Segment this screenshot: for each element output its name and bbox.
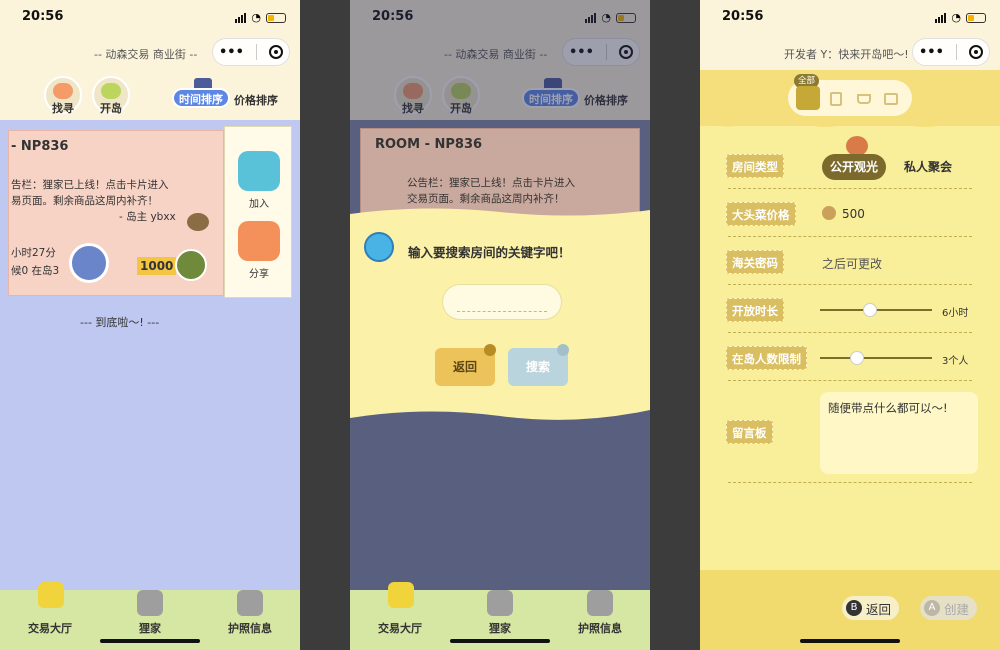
message-textarea[interactable]: 随便带点什么都可以～! bbox=[820, 392, 978, 474]
nook-shop-icon[interactable] bbox=[487, 590, 513, 616]
screen-create-room: 20:56 ◔ 开发者 Y：快来开岛吧～! ••• 全部 房间类型 公开观光 私… bbox=[700, 0, 1000, 650]
nav-nook-shop[interactable]: 狸家 bbox=[465, 620, 535, 636]
signal-icon bbox=[235, 12, 247, 23]
status-bar: 20:56 ◔ bbox=[700, 0, 1000, 34]
limit-slider-track[interactable] bbox=[820, 357, 932, 359]
category-furniture-icon[interactable] bbox=[830, 92, 842, 106]
signal-icon bbox=[935, 12, 947, 23]
host-avatar bbox=[69, 243, 109, 283]
nook-shop-icon[interactable] bbox=[137, 590, 163, 616]
create-button[interactable]: A 创建 bbox=[920, 596, 978, 620]
option-private-party[interactable]: 私人聚会 bbox=[904, 158, 952, 175]
status-time: 20:56 bbox=[722, 9, 764, 24]
status-bar: 20:56 ◔ bbox=[0, 0, 300, 34]
notice-line-2: 易页面。剩余商品这周内补齐！ bbox=[11, 195, 158, 207]
more-icon[interactable]: ••• bbox=[919, 45, 944, 60]
password-value[interactable]: 之后可更改 bbox=[822, 255, 882, 272]
room-card[interactable]: - NP836 告栏：狸家已上线！点击卡片进入 易页面。剩余商品这周内补齐！ -… bbox=[8, 130, 224, 296]
cart-icon[interactable] bbox=[38, 582, 64, 608]
close-circle-icon[interactable] bbox=[968, 45, 983, 59]
category-all-grid-icon[interactable] bbox=[796, 86, 820, 110]
nav-trade-hall[interactable]: 交易大厅 bbox=[365, 620, 435, 636]
passport-icon[interactable] bbox=[237, 590, 263, 616]
tab-sort-price[interactable]: 价格排序 bbox=[234, 92, 278, 108]
notice-signature: - 岛主 ybxx bbox=[119, 211, 176, 223]
turnip-price-value[interactable]: 500 bbox=[842, 207, 865, 221]
back-button[interactable]: B 返回 bbox=[842, 596, 900, 620]
miniprogram-capsule[interactable]: ••• bbox=[212, 38, 290, 66]
nav-trade-hall[interactable]: 交易大厅 bbox=[15, 620, 85, 636]
home-indicator bbox=[100, 639, 200, 643]
room-id: ROOM - NP836 bbox=[375, 137, 483, 152]
home-indicator bbox=[800, 639, 900, 643]
screen-trade-hall: 20:56 ◔ -- 动森交易 商业街 -- ••• 找寻 开岛 时间排序 价格… bbox=[0, 0, 300, 650]
nav-passport[interactable]: 护照信息 bbox=[215, 620, 285, 636]
share-button[interactable]: 分享 bbox=[249, 265, 269, 280]
label-island-limit: 在岛人数限制 bbox=[726, 346, 807, 370]
search-input[interactable] bbox=[442, 284, 562, 320]
time-left: 小时27分 bbox=[11, 247, 56, 259]
option-public-tour[interactable]: 公开观光 bbox=[822, 154, 887, 180]
wifi-icon: ◔ bbox=[251, 11, 261, 24]
room-id: - NP836 bbox=[11, 139, 69, 154]
share-people-icon[interactable] bbox=[238, 221, 280, 261]
passport-icon[interactable] bbox=[587, 590, 613, 616]
home-indicator bbox=[450, 639, 550, 643]
search-magnifier-icon bbox=[364, 232, 394, 262]
dialog-prompt: 输入要搜索房间的关键字吧！ bbox=[408, 245, 571, 260]
end-of-list: --- 到底啦～! --- bbox=[80, 316, 160, 329]
nav-title: 开发者 Y：快来开岛吧～! bbox=[784, 48, 909, 61]
status-time: 20:56 bbox=[22, 9, 64, 24]
notice-line-1: 公告栏：狸家已上线！点击卡片进入 bbox=[407, 177, 575, 189]
more-icon[interactable]: ••• bbox=[219, 45, 244, 60]
category-wave bbox=[700, 118, 1000, 127]
dodo-icon bbox=[846, 136, 868, 156]
flag-icon[interactable] bbox=[238, 151, 280, 191]
label-message-board: 留言板 bbox=[726, 420, 773, 444]
miniprogram-capsule[interactable]: ••• bbox=[912, 38, 990, 66]
bottom-nav: 交易大厅 狸家 护照信息 bbox=[0, 582, 300, 650]
label-turnip-price: 大头菜价格 bbox=[726, 202, 796, 226]
category-bag-icon[interactable] bbox=[884, 93, 898, 105]
category-cup-icon[interactable] bbox=[857, 94, 871, 104]
cart-icon[interactable] bbox=[388, 582, 414, 608]
duration-value: 6小时 bbox=[942, 308, 969, 319]
nav-passport[interactable]: 护照信息 bbox=[565, 620, 635, 636]
tab-sort-time[interactable]: 时间排序 bbox=[172, 88, 230, 108]
battery-icon bbox=[966, 12, 986, 23]
back-label: 返回 bbox=[866, 601, 892, 617]
nav-title: -- 动森交易 商业街 -- bbox=[94, 48, 198, 61]
turnip-price: 1000 bbox=[137, 257, 177, 275]
join-button[interactable]: 加入 bbox=[249, 195, 269, 210]
close-badge-icon bbox=[557, 344, 569, 356]
bottom-nav: 交易大厅 狸家 护照信息 bbox=[350, 582, 650, 650]
limit-value: 3个人 bbox=[942, 356, 969, 367]
bell-bag-icon bbox=[822, 206, 836, 220]
tab-find[interactable]: 找寻 bbox=[52, 100, 74, 116]
label-customs-password: 海关密码 bbox=[726, 250, 784, 274]
card-actions: 加入 分享 bbox=[224, 126, 292, 298]
wifi-icon: ◔ bbox=[951, 11, 961, 24]
tanuki-icon bbox=[187, 213, 209, 231]
tab-open-island[interactable]: 开岛 bbox=[100, 100, 122, 116]
label-room-type: 房间类型 bbox=[726, 154, 784, 178]
nook-stamp-icon bbox=[175, 249, 207, 281]
duration-slider-knob[interactable] bbox=[863, 303, 878, 317]
notice-line-1: 告栏：狸家已上线！点击卡片进入 bbox=[11, 179, 169, 191]
b-key-icon: B bbox=[846, 600, 862, 616]
close-circle-icon[interactable] bbox=[268, 45, 283, 59]
minus-badge-icon bbox=[484, 344, 496, 356]
a-key-icon: A bbox=[924, 600, 940, 616]
nav-nook-shop[interactable]: 狸家 bbox=[115, 620, 185, 636]
battery-icon bbox=[266, 12, 286, 23]
message-text: 随便带点什么都可以～! bbox=[828, 401, 948, 415]
screen-search-dialog: 20:56 ◔ -- 动森交易 商业街 -- ••• 找寻 开岛 时间排序 价格… bbox=[350, 0, 650, 650]
limit-slider-knob[interactable] bbox=[849, 351, 864, 365]
player-count: 候0 在岛3 bbox=[11, 265, 60, 277]
label-open-duration: 开放时长 bbox=[726, 298, 784, 322]
create-label: 创建 bbox=[944, 601, 970, 617]
